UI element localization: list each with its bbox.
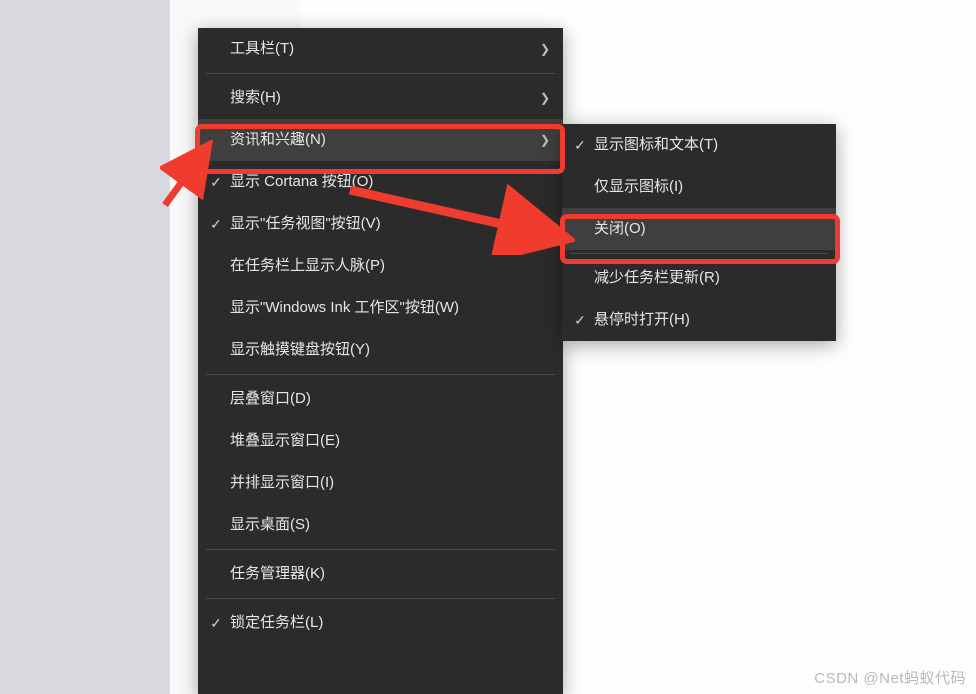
menu-item-task-manager[interactable]: 任务管理器(K) <box>198 553 563 595</box>
news-and-interests-submenu: ✓ 显示图标和文本(T) 仅显示图标(I) 关闭(O) 减少任务栏更新(R) ✓… <box>562 124 836 341</box>
menu-item-lock-taskbar[interactable]: ✓ 锁定任务栏(L) <box>198 602 563 644</box>
chevron-right-icon: ❯ <box>537 77 553 119</box>
screenshot-canvas: 工具栏(T) ❯ 搜索(H) ❯ 资讯和兴趣(N) ❯ ✓ 显示 Cortana… <box>0 0 976 694</box>
label: 层叠窗口(D) <box>230 390 311 407</box>
label: 关闭(O) <box>594 220 646 237</box>
label: 显示桌面(S) <box>230 516 310 533</box>
label: 搜索(H) <box>230 89 281 106</box>
checkmark-icon: ✓ <box>570 124 590 166</box>
label: 显示图标和文本(T) <box>594 136 718 153</box>
label: 并排显示窗口(I) <box>230 474 334 491</box>
menu-item-stack-windows[interactable]: 堆叠显示窗口(E) <box>198 420 563 462</box>
label: 仅显示图标(I) <box>594 178 683 195</box>
menu-item-show-desktop[interactable]: 显示桌面(S) <box>198 504 563 546</box>
menu-item-toolbars[interactable]: 工具栏(T) ❯ <box>198 28 563 70</box>
checkmark-icon: ✓ <box>206 203 226 245</box>
submenu-item-turn-off[interactable]: 关闭(O) <box>562 208 836 250</box>
menu-item-side-by-side-windows[interactable]: 并排显示窗口(I) <box>198 462 563 504</box>
checkmark-icon: ✓ <box>206 161 226 203</box>
label: 资讯和兴趣(N) <box>230 131 326 148</box>
menu-item-show-cortana-button[interactable]: ✓ 显示 Cortana 按钮(O) <box>198 161 563 203</box>
separator <box>206 598 555 599</box>
submenu-item-show-icon-only[interactable]: 仅显示图标(I) <box>562 166 836 208</box>
menu-item-show-touch-keyboard-button[interactable]: 显示触摸键盘按钮(Y) <box>198 329 563 371</box>
label: 显示 Cortana 按钮(O) <box>230 173 373 190</box>
submenu-item-show-icon-and-text[interactable]: ✓ 显示图标和文本(T) <box>562 124 836 166</box>
menu-item-show-people-on-taskbar[interactable]: 在任务栏上显示人脉(P) <box>198 245 563 287</box>
chevron-right-icon: ❯ <box>537 28 553 70</box>
watermark: CSDN @Net蚂蚁代码 <box>814 667 966 688</box>
checkmark-icon: ✓ <box>206 602 226 644</box>
label: 在任务栏上显示人脉(P) <box>230 257 385 274</box>
label: 减少任务栏更新(R) <box>594 269 720 286</box>
separator <box>206 374 555 375</box>
separator <box>206 549 555 550</box>
taskbar-context-menu: 工具栏(T) ❯ 搜索(H) ❯ 资讯和兴趣(N) ❯ ✓ 显示 Cortana… <box>198 28 563 694</box>
submenu-item-open-on-hover[interactable]: ✓ 悬停时打开(H) <box>562 299 836 341</box>
menu-item-show-task-view-button[interactable]: ✓ 显示"任务视图"按钮(V) <box>198 203 563 245</box>
label: 显示"任务视图"按钮(V) <box>230 215 381 232</box>
label: 锁定任务栏(L) <box>230 614 323 631</box>
menu-item-show-windows-ink-workspace-button[interactable]: 显示"Windows Ink 工作区"按钮(W) <box>198 287 563 329</box>
checkmark-icon: ✓ <box>570 299 590 341</box>
label: 显示"Windows Ink 工作区"按钮(W) <box>230 299 459 316</box>
separator <box>206 73 555 74</box>
label: 显示触摸键盘按钮(Y) <box>230 341 370 358</box>
label: 任务管理器(K) <box>230 565 325 582</box>
menu-item-news-and-interests[interactable]: 资讯和兴趣(N) ❯ <box>198 119 563 161</box>
separator <box>570 253 828 254</box>
menu-item-search[interactable]: 搜索(H) ❯ <box>198 77 563 119</box>
menu-item-cascade-windows[interactable]: 层叠窗口(D) <box>198 378 563 420</box>
submenu-item-reduce-taskbar-updates[interactable]: 减少任务栏更新(R) <box>562 257 836 299</box>
label: 堆叠显示窗口(E) <box>230 432 340 449</box>
label: 工具栏(T) <box>230 40 294 57</box>
label: 悬停时打开(H) <box>594 311 690 328</box>
background-left <box>0 0 170 694</box>
chevron-right-icon: ❯ <box>537 119 553 161</box>
